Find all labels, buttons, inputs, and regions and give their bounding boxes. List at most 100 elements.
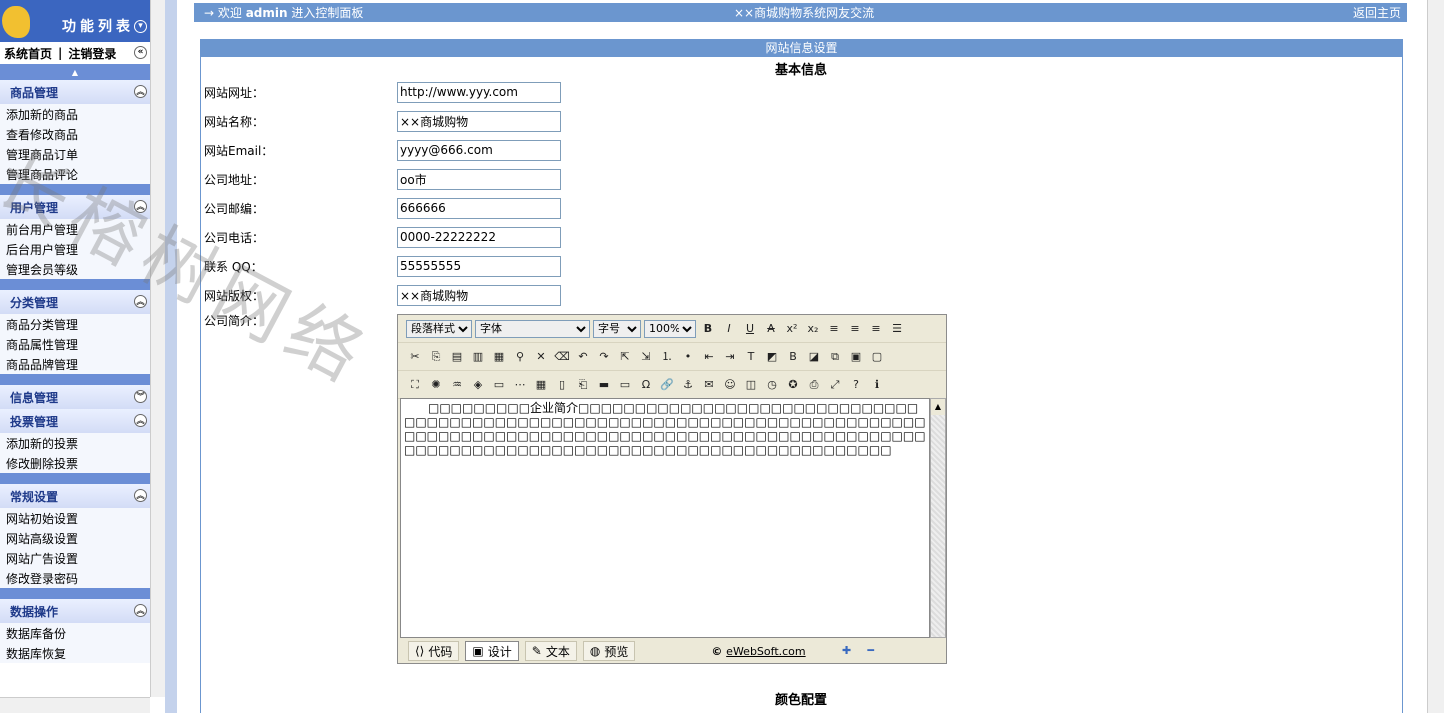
mode-preview-button[interactable]: ◍ 预览	[582, 641, 636, 661]
italic-icon[interactable]: I	[720, 320, 738, 338]
paste-word-icon[interactable]: ▦	[490, 348, 508, 366]
bold-icon[interactable]: B	[699, 320, 717, 338]
chevron-up-icon[interactable]: ︽	[134, 295, 147, 308]
undo-icon[interactable]: ↶	[574, 348, 592, 366]
special-char-icon[interactable]: Ω	[637, 376, 655, 394]
insert-column-icon[interactable]: ▦	[532, 376, 550, 394]
menu-item[interactable]: 商品属性管理	[0, 334, 150, 354]
maximize-icon[interactable]: ⤢	[826, 376, 844, 394]
frame-splitter[interactable]	[165, 0, 177, 713]
menu-item[interactable]: 网站初始设置	[0, 508, 150, 528]
chevron-down-icon[interactable]: ︾	[134, 390, 147, 403]
page-break-icon[interactable]: ▯	[553, 376, 571, 394]
group-info[interactable]: 信息管理 ︾	[0, 385, 150, 409]
unselect-icon[interactable]: ⇲	[637, 348, 655, 366]
paste-text-icon[interactable]: ▥	[469, 348, 487, 366]
cut-icon[interactable]: ✂	[406, 348, 424, 366]
contact-qq-input[interactable]	[397, 255, 561, 277]
collapse-left-icon[interactable]: «	[134, 46, 147, 59]
insert-media-icon[interactable]: ♒	[448, 376, 466, 394]
mode-text-button[interactable]: ✎ 文本	[524, 641, 577, 661]
symbol-icon[interactable]: ✪	[784, 376, 802, 394]
zoom-select[interactable]: 100%	[644, 319, 696, 338]
outdent-icon[interactable]: ⇤	[700, 348, 718, 366]
menu-item[interactable]: 添加新的商品	[0, 104, 150, 124]
insert-flash-icon[interactable]: ✺	[427, 376, 445, 394]
emoticon-icon[interactable]: ☺	[721, 376, 739, 394]
logout-link[interactable]: 注销登录	[68, 45, 116, 62]
delete-icon[interactable]: ✕	[532, 348, 550, 366]
site-name-input[interactable]	[397, 110, 561, 132]
copy-icon[interactable]: ⎘	[427, 348, 445, 366]
forum-link[interactable]: ××商城购物系统网友交流	[734, 4, 874, 21]
fullscreen-icon[interactable]: ⧉	[826, 348, 844, 366]
menu-item[interactable]: 商品分类管理	[0, 314, 150, 334]
menu-item[interactable]: 修改登录密码	[0, 568, 150, 588]
hyperlink-icon[interactable]: 🔗	[658, 376, 676, 394]
menu-item[interactable]: 数据库恢复	[0, 643, 150, 663]
align-center-icon[interactable]: ≡	[846, 320, 864, 338]
chevron-up-icon[interactable]: ︽	[134, 414, 147, 427]
site-email-input[interactable]	[397, 139, 561, 161]
marquee-icon[interactable]: ⎗	[574, 376, 592, 394]
editor-scrollbar[interactable]: ▲	[930, 398, 946, 638]
chevron-up-icon[interactable]: ︽	[134, 489, 147, 502]
collapse-all-button[interactable]: ▲	[0, 64, 150, 80]
mode-code-button[interactable]: ⟨⟩ 代码	[408, 641, 460, 661]
site-copyright-input[interactable]	[397, 284, 561, 306]
highlight-icon[interactable]: ◩	[763, 348, 781, 366]
chevron-up-icon[interactable]: ︽	[134, 200, 147, 213]
chevron-up-icon[interactable]: ︽	[134, 604, 147, 617]
help-icon[interactable]: ?	[847, 376, 865, 394]
collapse-icon[interactable]: ▾	[134, 20, 147, 33]
group-goods[interactable]: 商品管理 ︽	[0, 80, 150, 104]
redo-icon[interactable]: ↷	[595, 348, 613, 366]
menu-item[interactable]: 前台用户管理	[0, 219, 150, 239]
insert-table-icon[interactable]: ▭	[490, 376, 508, 394]
sidebar-scrollbar[interactable]	[150, 0, 165, 697]
layer-icon[interactable]: ▣	[847, 348, 865, 366]
site-url-input[interactable]	[397, 81, 561, 103]
indent-icon[interactable]: ⇥	[721, 348, 739, 366]
align-left-icon[interactable]: ≡	[825, 320, 843, 338]
mode-design-button[interactable]: ▣ 设计	[465, 641, 519, 661]
main-scrollbar[interactable]	[1427, 0, 1444, 713]
font-size-select[interactable]: 字号	[593, 319, 641, 338]
font-select[interactable]: 字体	[475, 319, 590, 338]
editor-content-area[interactable]: □□□□□□□□□企业简介□□□□□□□□□□□□□□□□□□□□□□□□□□□…	[400, 398, 930, 638]
find-icon[interactable]: ⚲	[511, 348, 529, 366]
ordered-list-icon[interactable]: ⒈	[658, 348, 676, 366]
company-phone-input[interactable]	[397, 226, 561, 248]
anchor-icon[interactable]: ⚓	[679, 376, 697, 394]
mail-icon[interactable]: ✉	[700, 376, 718, 394]
menu-item[interactable]: 修改删除投票	[0, 453, 150, 473]
excel-icon[interactable]: ⎙	[805, 376, 823, 394]
menu-item[interactable]: 商品品牌管理	[0, 354, 150, 374]
menu-item[interactable]: 管理商品评论	[0, 164, 150, 184]
background-color-icon[interactable]: B	[784, 348, 802, 366]
font-color-icon[interactable]: T	[742, 348, 760, 366]
date-icon[interactable]: ◫	[742, 376, 760, 394]
strikethrough-icon[interactable]: A	[762, 320, 780, 338]
company-zip-input[interactable]	[397, 197, 561, 219]
group-settings[interactable]: 常规设置 ︽	[0, 484, 150, 508]
home-page-link[interactable]: 返回主页	[1353, 4, 1401, 21]
justify-icon[interactable]: ☰	[888, 320, 906, 338]
layer-remove-icon[interactable]: ▢	[868, 348, 886, 366]
info-icon[interactable]: ℹ	[868, 376, 886, 394]
remove-format-icon[interactable]: ◪	[805, 348, 823, 366]
time-icon[interactable]: ◷	[763, 376, 781, 394]
home-link[interactable]: 系统首页	[4, 45, 52, 62]
menu-item[interactable]: 网站广告设置	[0, 548, 150, 568]
horizontal-rule-icon[interactable]: ▬	[595, 376, 613, 394]
menu-item[interactable]: 管理会员等级	[0, 259, 150, 279]
bullet-list-icon[interactable]: •	[679, 348, 697, 366]
scroll-up-icon[interactable]: ▲	[931, 399, 945, 415]
superscript-icon[interactable]: x²	[783, 320, 801, 338]
menu-item[interactable]: 添加新的投票	[0, 433, 150, 453]
menu-item[interactable]: 查看修改商品	[0, 124, 150, 144]
paste-icon[interactable]: ▤	[448, 348, 466, 366]
paragraph-style-select[interactable]: 段落样式	[406, 319, 472, 338]
menu-item[interactable]: 管理商品订单	[0, 144, 150, 164]
menu-item[interactable]: 网站高级设置	[0, 528, 150, 548]
